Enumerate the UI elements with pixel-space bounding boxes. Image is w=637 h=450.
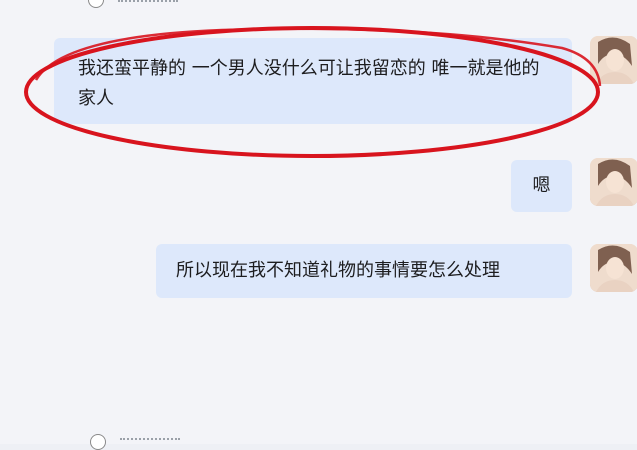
radio-circle-icon[interactable] <box>88 0 104 8</box>
avatar-portrait <box>590 158 637 206</box>
radio-circle-icon[interactable] <box>90 434 106 450</box>
message-text: 嗯 <box>532 175 551 196</box>
user-avatar-icon[interactable] <box>590 244 637 292</box>
message-bubble[interactable]: 所以现在我不知道礼物的事情要怎么处理 <box>156 244 572 298</box>
message-bubble[interactable]: 嗯 <box>511 160 572 212</box>
dotted-divider <box>120 438 180 440</box>
user-avatar-icon[interactable] <box>590 158 637 206</box>
user-avatar-icon[interactable] <box>590 36 637 84</box>
avatar-portrait <box>590 36 637 84</box>
message-text: 所以现在我不知道礼物的事情要怎么处理 <box>176 260 500 281</box>
dotted-divider <box>118 0 178 6</box>
message-bubble[interactable]: 我还蛮平静的 一个男人没什么可让我留恋的 唯一就是他的家人 <box>54 38 572 124</box>
avatar-portrait <box>590 244 637 292</box>
chat-area: 我还蛮平静的 一个男人没什么可让我留恋的 唯一就是他的家人 嗯 所以现在我不知道… <box>0 0 637 450</box>
message-text: 我还蛮平静的 一个男人没什么可让我留恋的 唯一就是他的家人 <box>78 58 540 109</box>
